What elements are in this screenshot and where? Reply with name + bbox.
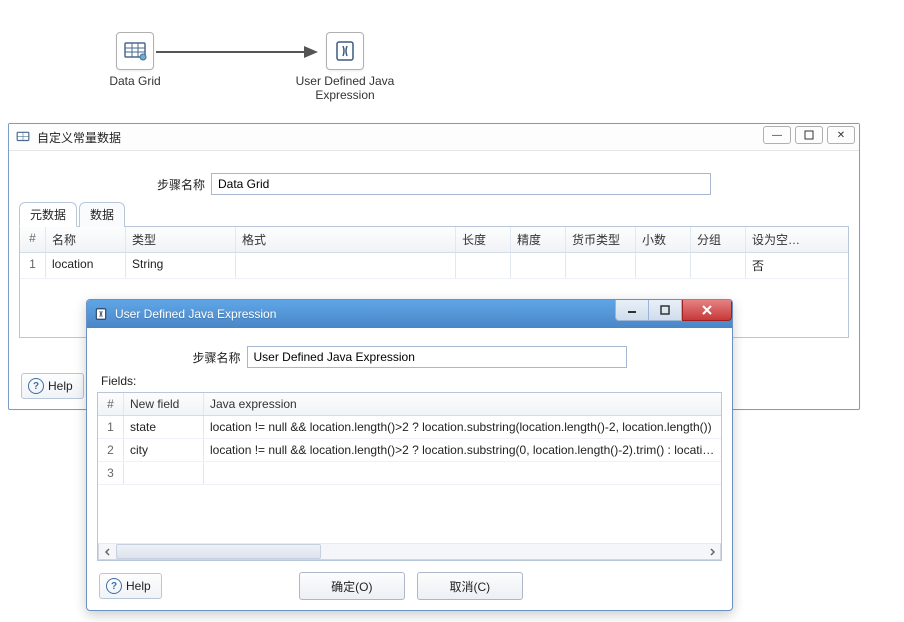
scroll-left-button[interactable] bbox=[99, 544, 116, 559]
step-name-label: 步骤名称 bbox=[157, 176, 205, 193]
col-newfield[interactable]: New field bbox=[124, 393, 204, 415]
ok-button[interactable]: 确定(O) bbox=[299, 572, 405, 600]
java-expression-icon bbox=[93, 306, 109, 322]
table-row[interactable]: 2 city location != null && location.leng… bbox=[98, 439, 721, 462]
node-java-expression[interactable]: User Defined Java Expression bbox=[265, 32, 425, 102]
maximize-button[interactable] bbox=[795, 126, 823, 144]
scrollbar-thumb[interactable] bbox=[116, 544, 321, 559]
data-grid-icon bbox=[116, 32, 154, 70]
node-label: Data Grid bbox=[95, 74, 175, 88]
col-rownum[interactable]: # bbox=[98, 393, 124, 415]
col-currency[interactable]: 货币类型 bbox=[566, 227, 636, 252]
col-nullable[interactable]: 设为空串? bbox=[746, 227, 811, 252]
data-grid-icon bbox=[15, 129, 31, 145]
cell-length[interactable] bbox=[456, 253, 511, 278]
help-label: Help bbox=[48, 379, 73, 393]
col-expression[interactable]: Java expression bbox=[204, 393, 721, 415]
titlebar[interactable]: User Defined Java Expression bbox=[87, 300, 732, 328]
table-header: # 名称 类型 格式 长度 精度 货币类型 小数 分组 设为空串? bbox=[20, 227, 848, 253]
cell-rownum: 2 bbox=[98, 439, 124, 461]
scroll-right-button[interactable] bbox=[703, 544, 720, 559]
col-group[interactable]: 分组 bbox=[691, 227, 746, 252]
cell-expression[interactable]: location != null && location.length()>2 … bbox=[204, 416, 721, 438]
scrollbar-track[interactable] bbox=[116, 544, 703, 559]
cancel-button[interactable]: 取消(C) bbox=[417, 572, 523, 600]
cell-group[interactable] bbox=[691, 253, 746, 278]
step-name-row: 步骤名称 bbox=[19, 173, 849, 195]
cell-rownum: 1 bbox=[20, 253, 46, 278]
cell-nullable[interactable]: 否 bbox=[746, 253, 811, 278]
col-format[interactable]: 格式 bbox=[236, 227, 456, 252]
cell-name[interactable]: location bbox=[46, 253, 126, 278]
node-label: User Defined Java Expression bbox=[265, 74, 425, 102]
step-name-row: 步骤名称 bbox=[97, 346, 722, 368]
fields-table: # New field Java expression 1 state loca… bbox=[97, 392, 722, 561]
tabs: 元数据 数据 bbox=[19, 201, 849, 227]
cell-rownum: 1 bbox=[98, 416, 124, 438]
help-icon: ? bbox=[28, 378, 44, 394]
step-name-input[interactable] bbox=[211, 173, 711, 195]
step-name-input[interactable] bbox=[247, 346, 627, 368]
help-icon: ? bbox=[106, 578, 122, 594]
col-name[interactable]: 名称 bbox=[46, 227, 126, 252]
col-rownum[interactable]: # bbox=[20, 227, 46, 252]
window-title: 自定义常量数据 bbox=[37, 129, 121, 146]
tab-metadata[interactable]: 元数据 bbox=[19, 202, 77, 227]
minimize-button[interactable]: — bbox=[763, 126, 791, 144]
help-button[interactable]: ? Help bbox=[21, 373, 84, 399]
col-decimal[interactable]: 小数 bbox=[636, 227, 691, 252]
chevron-left-icon bbox=[104, 548, 112, 556]
cell-expression[interactable]: location != null && location.length()>2 … bbox=[204, 439, 721, 461]
table-row[interactable]: 1 location String 否 bbox=[20, 253, 848, 279]
java-expression-icon bbox=[326, 32, 364, 70]
col-type[interactable]: 类型 bbox=[126, 227, 236, 252]
cell-rownum: 3 bbox=[98, 462, 124, 484]
table-empty-area bbox=[98, 485, 721, 543]
cell-format[interactable] bbox=[236, 253, 456, 278]
cell-newfield[interactable]: city bbox=[124, 439, 204, 461]
window-title: User Defined Java Expression bbox=[115, 307, 276, 321]
table-header: # New field Java expression bbox=[98, 393, 721, 416]
fields-label: Fields: bbox=[101, 374, 722, 388]
help-button[interactable]: ? Help bbox=[99, 573, 162, 599]
minimize-icon bbox=[627, 305, 637, 315]
cell-expression[interactable] bbox=[204, 462, 721, 484]
cell-newfield[interactable]: state bbox=[124, 416, 204, 438]
help-label: Help bbox=[126, 579, 151, 593]
table-row[interactable]: 3 bbox=[98, 462, 721, 485]
flow-canvas: Data Grid User Defined Java Expression bbox=[0, 0, 904, 120]
window-java-expression-step: User Defined Java Expression 步骤名 bbox=[86, 299, 733, 611]
maximize-icon bbox=[660, 305, 670, 315]
node-data-grid[interactable]: Data Grid bbox=[95, 32, 175, 88]
horizontal-scrollbar[interactable] bbox=[98, 543, 721, 560]
maximize-button[interactable] bbox=[648, 300, 682, 321]
minimize-button[interactable] bbox=[615, 300, 649, 321]
cell-precision[interactable] bbox=[511, 253, 566, 278]
chevron-right-icon bbox=[708, 548, 716, 556]
close-icon bbox=[701, 304, 713, 316]
cell-type[interactable]: String bbox=[126, 253, 236, 278]
cell-newfield[interactable] bbox=[124, 462, 204, 484]
titlebar[interactable]: 自定义常量数据 — ✕ bbox=[9, 124, 859, 151]
cell-currency[interactable] bbox=[566, 253, 636, 278]
col-length[interactable]: 长度 bbox=[456, 227, 511, 252]
step-name-label: 步骤名称 bbox=[192, 349, 240, 366]
tab-data[interactable]: 数据 bbox=[79, 202, 125, 227]
close-button[interactable]: ✕ bbox=[827, 126, 855, 144]
cell-decimal[interactable] bbox=[636, 253, 691, 278]
col-precision[interactable]: 精度 bbox=[511, 227, 566, 252]
table-row[interactable]: 1 state location != null && location.len… bbox=[98, 416, 721, 439]
maximize-icon bbox=[804, 130, 814, 140]
close-button[interactable] bbox=[682, 300, 732, 321]
